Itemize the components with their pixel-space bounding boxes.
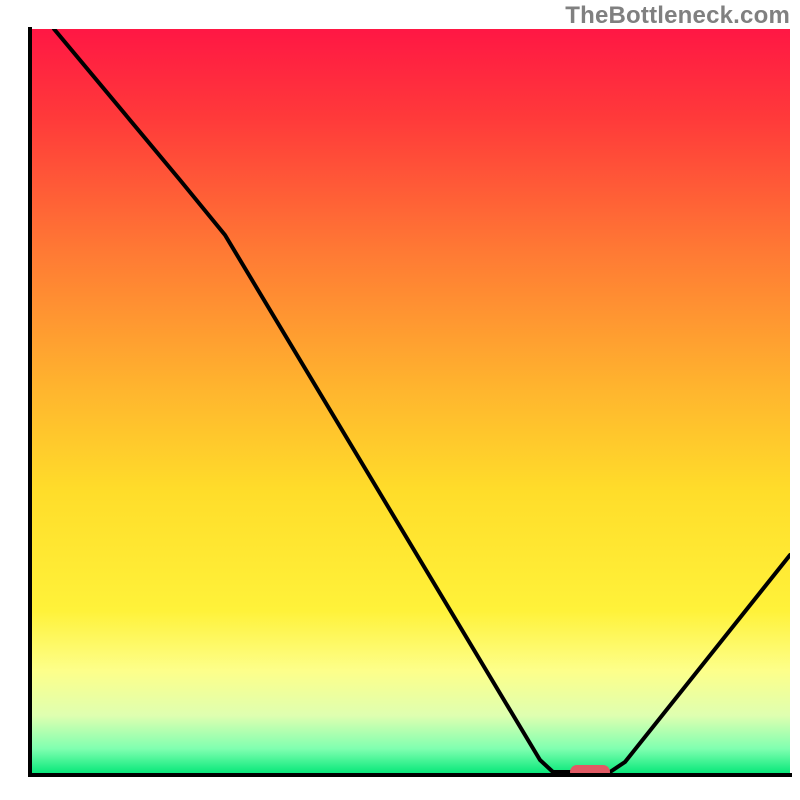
gradient-background (30, 29, 790, 775)
chart-svg (0, 0, 800, 800)
watermark-text: TheBottleneck.com (565, 2, 790, 30)
bottleneck-chart: TheBottleneck.com (0, 0, 800, 800)
